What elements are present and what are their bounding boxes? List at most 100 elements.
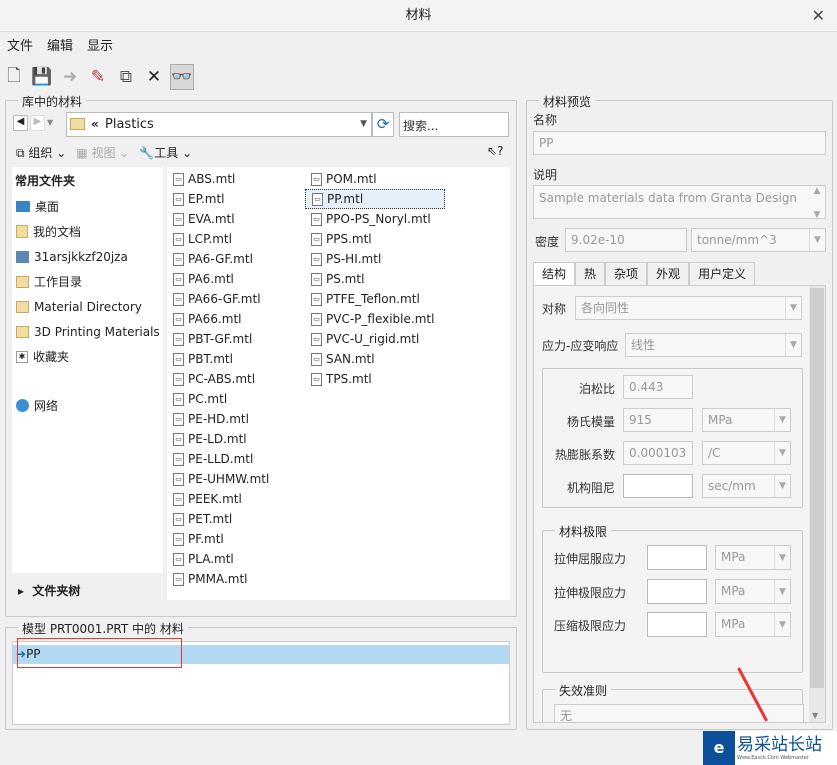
file-item[interactable]: ▭ PA66-GF.mtl [167,289,305,309]
density-field[interactable]: 9.02e-10 [565,228,687,252]
tensile-ultimate-field[interactable] [647,579,707,604]
file-item[interactable]: ▭ EVA.mtl [167,209,305,229]
arrow-icon[interactable]: ➜ [58,64,82,90]
file-item[interactable]: ▭ PEEK.mtl [167,489,305,509]
file-item[interactable]: ▭ PTFE_Teflon.mtl [305,289,445,309]
file-item[interactable]: ▭ PBT-GF.mtl [167,329,305,349]
sidebar-item-material-directory[interactable]: Material Directory [12,294,163,319]
poisson-field[interactable]: 0.443 [623,375,693,399]
material-file-icon: ▭ [173,272,184,286]
file-item[interactable]: ▭ PE-LD.mtl [167,429,305,449]
organize-button[interactable]: ⧉ 组织 ⌄ [16,144,66,161]
file-item[interactable]: ▭ PE-LLD.mtl [167,449,305,469]
file-item[interactable]: ▭ PP.mtl [305,189,445,209]
tab-structure[interactable]: 结构 [533,262,576,285]
sidebar-item-3d-printing[interactable]: 3D Printing Materials [12,319,163,344]
file-item[interactable]: ▭ POM.mtl [305,169,445,189]
tab-user-defined[interactable]: 用户定义 [689,262,756,285]
file-name: PE-LD.mtl [188,432,247,446]
file-name: PS.mtl [326,272,365,286]
path-bar[interactable]: « Plastics ▼ [66,112,372,137]
sidebar-item-label: 桌面 [35,200,60,214]
damping-unit-value: sec/mm [708,479,756,493]
save-icon[interactable]: 💾 [30,64,54,90]
file-item[interactable]: ▭ PE-HD.mtl [167,409,305,429]
help-cursor-icon[interactable]: ⇖? [487,144,503,158]
tab-misc[interactable]: 杂项 [605,262,648,285]
tools-button[interactable]: 🔧工具 ⌄ [139,144,192,161]
file-item[interactable]: ▭ LCP.mtl [167,229,305,249]
density-unit-select[interactable]: tonne/mm^3 ▼ [691,228,826,252]
stress-strain-select[interactable]: 线性 ▼ [625,333,802,357]
file-item[interactable]: ▭ PC.mtl [167,389,305,409]
compressive-ultimate-field[interactable] [647,612,707,637]
file-item[interactable]: ▭ PA6-GF.mtl [167,249,305,269]
tab-appearance[interactable]: 外观 [647,262,690,285]
folder-tree-toggle[interactable]: ▸ 文件夹树 [18,582,80,599]
material-file-icon: ▭ [173,412,184,426]
edit-pencil-icon[interactable]: ✎ [86,64,110,90]
file-item[interactable]: ▭ PMMA.mtl [167,569,305,589]
tab-thermal[interactable]: 热 [575,262,606,285]
compressive-ultimate-unit-select[interactable]: MPa ▼ [715,612,791,637]
file-item[interactable]: ▭ EP.mtl [167,189,305,209]
young-modulus-field[interactable]: 915 [623,408,693,432]
file-item[interactable]: ▭ TPS.mtl [305,369,445,389]
view-button[interactable]: ▦ 视图 ⌄ [76,144,129,161]
sidebar-item-label: Material Directory [34,299,142,314]
file-item[interactable]: ▭ PVC-U_rigid.mtl [305,329,445,349]
sidebar-item-computer[interactable]: 31arsjkkzf20jza [12,244,163,269]
file-item[interactable]: ▭ SAN.mtl [305,349,445,369]
file-item[interactable]: ▭ PE-UHMW.mtl [167,469,305,489]
path-dropdown-icon[interactable]: ▼ [360,119,367,129]
material-file-icon: ▭ [173,572,184,586]
sidebar-item-documents[interactable]: 我的文档 [12,219,163,244]
tensile-yield-unit-select[interactable]: MPa ▼ [715,545,791,570]
damping-unit-select[interactable]: sec/mm ▼ [702,474,791,498]
file-item[interactable]: ▭ PS.mtl [305,269,445,289]
name-field[interactable]: PP [533,131,826,155]
menu-view[interactable]: 显示 [87,34,113,60]
file-item[interactable]: ▭ PPS.mtl [305,229,445,249]
sidebar-item-network[interactable]: 网络 [12,393,163,418]
sidebar-item-workdir[interactable]: 工作目录 [12,269,163,294]
delete-icon[interactable]: ✕ [142,64,166,90]
file-item[interactable]: ▭ PET.mtl [167,509,305,529]
workdir-icon [16,275,29,288]
file-item[interactable]: ▭ PBT.mtl [167,349,305,369]
sidebar-item-desktop[interactable]: 桌面 [12,194,163,219]
thermal-expansion-field[interactable]: 0.000103 [623,441,693,465]
menu-edit[interactable]: 编辑 [47,34,73,60]
unit-value: MPa [721,584,746,598]
file-item[interactable]: ▭ ABS.mtl [167,169,305,189]
damping-field[interactable] [623,474,693,498]
file-item[interactable]: ▭ PA6.mtl [167,269,305,289]
young-unit-select[interactable]: MPa ▼ [702,408,791,432]
menu-file[interactable]: 文件 [7,34,33,60]
scrollbar[interactable]: ▼ [809,286,825,722]
back-icon[interactable]: ◀ [13,115,28,131]
tensile-yield-field[interactable] [647,545,707,570]
file-item[interactable]: ▭ PF.mtl [167,529,305,549]
history-dropdown-icon[interactable]: ▼ [47,115,59,131]
file-item[interactable]: ▭ PLA.mtl [167,549,305,569]
new-icon[interactable]: 🗋 [2,64,26,90]
tensile-ultimate-unit-select[interactable]: MPa ▼ [715,579,791,604]
search-input[interactable]: 搜索... [399,112,509,137]
file-item[interactable]: ▭ PC-ABS.mtl [167,369,305,389]
refresh-icon[interactable]: ⟳ [372,112,394,137]
file-item[interactable]: ▭ PVC-P_flexible.mtl [305,309,445,329]
copy-icon[interactable]: ⧉ [114,64,138,90]
scroll-down-icon[interactable]: ▼ [812,711,818,720]
close-button[interactable]: ✕ [812,0,825,32]
sidebar-item-favorites[interactable]: ✱ 收藏夹 [12,344,163,369]
symmetry-select[interactable]: 各向同性 ▼ [575,296,802,320]
file-item[interactable]: ▭ PS-HI.mtl [305,249,445,269]
thermal-unit-select[interactable]: /C ▼ [702,441,791,465]
description-field[interactable]: Sample materials data from Granta Design… [533,185,826,220]
scrollbar-thumb[interactable] [810,288,824,688]
file-item[interactable]: ▭ PPO-PS_Noryl.mtl [305,209,445,229]
glasses-icon[interactable]: 👓 [170,64,194,90]
file-item[interactable]: ▭ PA66.mtl [167,309,305,329]
forward-icon[interactable]: ▶ [30,115,45,131]
